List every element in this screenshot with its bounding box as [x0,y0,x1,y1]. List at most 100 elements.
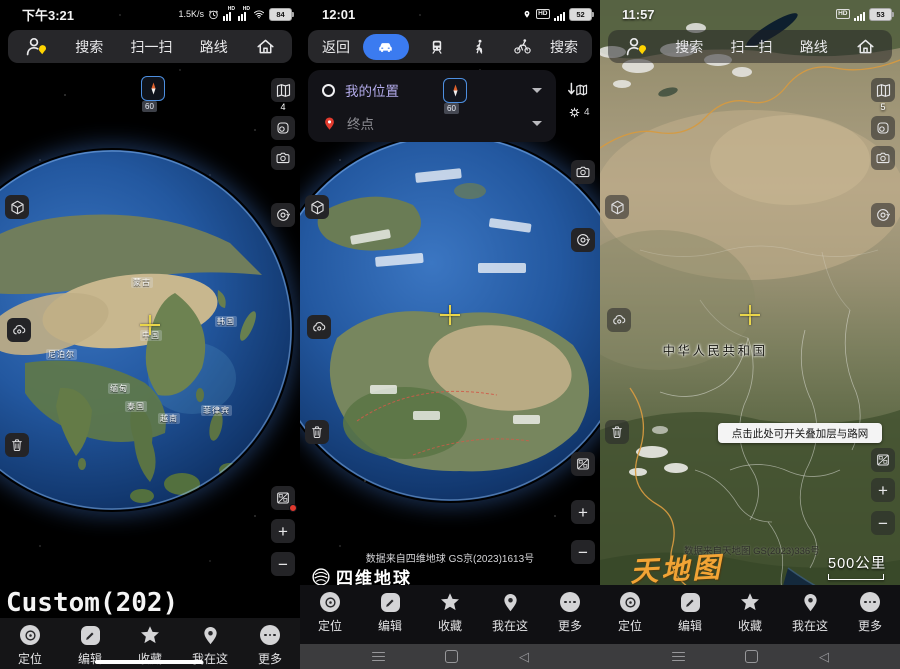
user-avatar-button[interactable] [624,35,648,59]
fullscreen-button[interactable] [271,116,295,140]
nav-item-im-here[interactable]: 我在这 [780,585,840,644]
battery-icon: 52 [569,8,592,21]
route-input-panel: 我的位置 终点 [308,70,556,142]
android-back-button[interactable]: ◁ [809,644,839,669]
mode-walk-button[interactable] [464,34,494,60]
scale-label: 500公里 [828,552,886,573]
mode-bike-button[interactable] [507,34,537,60]
view-3d-button[interactable] [605,195,629,219]
home-button[interactable] [255,36,276,57]
zoom-in-button[interactable]: + [871,478,895,502]
view-3d-button[interactable] [305,195,329,219]
cloud-settings-button[interactable] [307,315,331,339]
status-bar: 11:57 HD 53 [600,0,900,28]
cube-3d-icon [309,199,326,216]
satellite-layer-button[interactable] [271,486,295,510]
layers-count: 5 [871,102,895,112]
nav-item-edit[interactable]: 编辑 [660,585,720,644]
zoom-out-button[interactable]: − [871,511,895,535]
clear-map-button[interactable] [305,420,329,444]
clear-map-button[interactable] [605,420,629,444]
notification-dot [289,504,297,512]
trash-icon [9,437,25,453]
route-button[interactable]: 路线 [800,37,828,57]
cloud-settings-button[interactable] [607,308,631,332]
mode-transit-button[interactable] [422,34,452,60]
compass-button[interactable] [443,78,467,103]
cloud-settings-button[interactable] [7,318,31,342]
search-button[interactable]: 搜索 [675,37,703,57]
route-button[interactable]: 路线 [200,37,228,57]
nav-item-more[interactable]: 更多 [840,585,900,644]
nav-item-im-here[interactable]: 我在这 [480,585,540,644]
recents-button[interactable] [363,644,393,669]
edit-icon [681,593,700,612]
route-start-row[interactable]: 我的位置 [308,75,556,105]
camera-rotate-button[interactable] [871,203,895,227]
zoom-out-button[interactable]: − [571,540,595,564]
recents-button[interactable] [663,644,693,669]
camera-rotate-button[interactable] [571,228,595,252]
locate-icon [620,592,640,612]
camera-button[interactable] [571,160,595,184]
start-point-icon [322,84,335,97]
compass-needle-icon [147,82,160,95]
scan-button[interactable]: 扫一扫 [131,37,173,57]
mode-drive-button[interactable] [363,34,409,60]
search-button[interactable]: 搜索 [550,37,578,57]
layers-map-button[interactable] [871,78,895,102]
zoom-out-button[interactable]: − [271,552,295,576]
map-label: 韩国 [215,316,237,327]
route-end-placeholder: 终点 [347,113,374,133]
home-button[interactable] [855,36,876,57]
status-time: 下午3:21 [22,5,74,24]
bottom-nav-bar: 定位 编辑 收藏 我在这 更多 [300,585,600,644]
route-end-row[interactable]: 终点 [308,108,556,138]
fullscreen-button[interactable] [871,116,895,140]
metro-icon [428,38,446,56]
nav-item-locate[interactable]: 定位 [300,585,360,644]
layers-tooltip[interactable]: 点击此处可开关叠加层与路网 [718,423,882,443]
nav-item-locate[interactable]: 定位 [600,585,660,644]
camera-rotate-button[interactable] [271,203,295,227]
search-button[interactable]: 搜索 [75,37,103,57]
clear-map-button[interactable] [5,433,29,457]
phone-screen-main: 蒙古 中国 韩国 尼泊尔 缅甸 泰国 越南 菲律宾 下午3:21 1.5K/s … [0,0,300,669]
satellite-layer-button[interactable] [571,452,595,476]
trash-icon [309,424,325,440]
user-avatar-button[interactable] [24,35,48,59]
android-home-button[interactable] [436,644,466,669]
zoom-in-button[interactable]: + [271,519,295,543]
back-button[interactable]: 返回 [322,37,350,57]
camera-rotate-icon [875,207,891,223]
nav-item-more[interactable]: 更多 [540,585,600,644]
route-settings-button[interactable]: 4 [567,105,590,120]
map-label: 越南 [158,413,180,424]
camera-button[interactable] [871,146,895,170]
nav-item-more[interactable]: 更多 [240,618,300,669]
layers-map-button[interactable] [271,78,295,102]
home-indicator[interactable] [95,660,203,664]
chevron-down-icon[interactable] [532,121,542,126]
zoom-in-button[interactable]: + [571,500,595,524]
nav-item-edit[interactable]: 编辑 [360,585,420,644]
watermark-text: Custom(202) [6,588,178,618]
compass-button[interactable] [141,76,165,101]
nav-item-favorites[interactable]: 收藏 [720,585,780,644]
android-nav-bar: ◁ [600,644,900,669]
map-label: 泰国 [125,401,147,412]
cloud-settings-icon [11,322,28,339]
camera-icon [275,150,291,166]
nav-item-favorites[interactable]: 收藏 [420,585,480,644]
chevron-down-icon[interactable] [532,88,542,93]
nav-item-locate[interactable]: 定位 [0,618,60,669]
view-3d-button[interactable] [5,195,29,219]
android-home-button[interactable] [736,644,766,669]
camera-button[interactable] [271,146,295,170]
satellite-layer-button[interactable] [871,448,895,472]
android-back-button[interactable]: ◁ [509,644,539,669]
signal-icon [554,7,565,21]
scan-button[interactable]: 扫一扫 [731,37,773,57]
swap-route-button[interactable] [566,78,590,102]
compass-heading-badge: 60 [444,103,459,114]
